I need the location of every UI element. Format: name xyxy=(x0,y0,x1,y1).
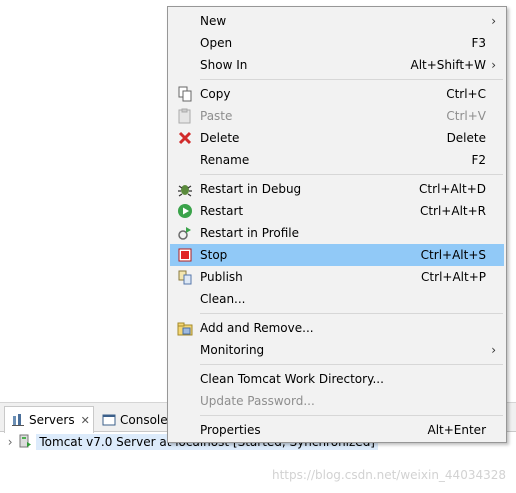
tomcat-server-icon xyxy=(18,434,32,451)
menu-item-shortcut: Ctrl+Alt+D xyxy=(419,182,486,196)
menu-item-restart-in-profile[interactable]: Restart in Profile xyxy=(170,222,504,244)
tab-label: Servers xyxy=(29,413,75,427)
menu-item-paste: Paste Ctrl+V xyxy=(170,105,504,127)
menu-item-shortcut: Ctrl+C xyxy=(446,87,486,101)
menu-item-add-and-remove[interactable]: Add and Remove... xyxy=(170,317,504,339)
menu-item-label: Restart in Profile xyxy=(200,226,300,240)
menu-item-label: Clean... xyxy=(200,292,246,306)
run-icon xyxy=(170,200,200,222)
publish-icon xyxy=(170,266,200,288)
menu-item-new[interactable]: New › xyxy=(170,10,504,32)
menu-item-copy[interactable]: Copy Ctrl+C xyxy=(170,83,504,105)
menu-item-rename[interactable]: Rename F2 xyxy=(170,149,504,171)
icon-slot xyxy=(170,288,200,310)
menu-item-label: Restart in Debug xyxy=(200,182,302,196)
menu-item-properties[interactable]: Properties Alt+Enter xyxy=(170,419,504,441)
icon-slot xyxy=(170,32,200,54)
menu-item-label: Copy xyxy=(200,87,231,101)
copy-icon xyxy=(170,83,200,105)
menu-item-open[interactable]: Open F3 xyxy=(170,32,504,54)
menu-item-shortcut: F3 xyxy=(471,36,486,50)
icon-slot xyxy=(170,419,200,441)
menu-item-stop[interactable]: Stop Ctrl+Alt+S xyxy=(170,244,504,266)
debug-bug-icon xyxy=(170,178,200,200)
menu-item-label: Open xyxy=(200,36,233,50)
menu-item-shortcut: F2 xyxy=(471,153,486,167)
menu-item-label: Publish xyxy=(200,270,243,284)
menu-item-show-in[interactable]: Show In Alt+Shift+W › xyxy=(170,54,504,76)
menu-separator xyxy=(200,415,503,416)
menu-item-restart-in-debug[interactable]: Restart in Debug Ctrl+Alt+D xyxy=(170,178,504,200)
tab-console[interactable]: Console xyxy=(96,406,176,433)
menu-item-label: Add and Remove... xyxy=(200,321,314,335)
chevron-right-icon[interactable]: › xyxy=(6,435,14,449)
watermark: https://blog.csdn.net/weixin_44034328 xyxy=(271,468,506,482)
menu-item-monitoring[interactable]: Monitoring › xyxy=(170,339,504,361)
icon-slot xyxy=(170,54,200,76)
menu-item-label: New xyxy=(200,14,227,28)
menu-item-shortcut: Ctrl+Alt+P xyxy=(421,270,486,284)
menu-item-label: Show In xyxy=(200,58,248,72)
stop-icon xyxy=(170,244,200,266)
menu-item-publish[interactable]: Publish Ctrl+Alt+P xyxy=(170,266,504,288)
menu-item-label: Clean Tomcat Work Directory... xyxy=(200,372,384,386)
menu-separator xyxy=(200,364,503,365)
profile-icon xyxy=(170,222,200,244)
console-icon xyxy=(102,413,116,427)
menu-separator xyxy=(200,174,503,175)
menu-separator xyxy=(200,79,503,80)
menu-item-restart[interactable]: Restart Ctrl+Alt+R xyxy=(170,200,504,222)
chevron-right-icon: › xyxy=(491,58,496,72)
menu-item-shortcut: Ctrl+Alt+R xyxy=(419,204,486,218)
tab-label: Console xyxy=(120,412,168,427)
tab-servers[interactable]: Servers ✕ xyxy=(4,406,94,433)
menu-item-shortcut: Alt+Enter xyxy=(427,423,486,437)
menu-item-clean-tomcat-work-directory[interactable]: Clean Tomcat Work Directory... xyxy=(170,368,504,390)
icon-slot xyxy=(170,390,200,412)
menu-item-update-password: Update Password... xyxy=(170,390,504,412)
close-icon[interactable]: ✕ xyxy=(81,414,90,427)
menu-item-label: Properties xyxy=(200,423,261,437)
icon-slot xyxy=(170,339,200,361)
menu-item-shortcut: Ctrl+V xyxy=(446,109,486,123)
menu-item-label: Delete xyxy=(200,131,240,145)
menu-item-label: Rename xyxy=(200,153,250,167)
menu-item-label: Restart xyxy=(200,204,244,218)
add-remove-icon xyxy=(170,317,200,339)
menu-item-label: Monitoring xyxy=(200,343,265,357)
context-menu: New › Open F3 Show In Alt+Shift+W › Copy Ctrl+C P… xyxy=(167,6,507,443)
menu-item-shortcut: Ctrl+Alt+S xyxy=(420,248,486,262)
menu-item-delete[interactable]: Delete Delete xyxy=(170,127,504,149)
delete-icon xyxy=(170,127,200,149)
icon-slot xyxy=(170,368,200,390)
menu-item-clean[interactable]: Clean... xyxy=(170,288,504,310)
icon-slot xyxy=(170,10,200,32)
icon-slot xyxy=(170,149,200,171)
menu-item-label: Stop xyxy=(200,248,228,262)
chevron-right-icon: › xyxy=(491,14,496,28)
chevron-right-icon: › xyxy=(491,343,496,357)
paste-icon xyxy=(170,105,200,127)
menu-item-shortcut: Delete xyxy=(446,131,486,145)
servers-icon xyxy=(11,413,25,427)
menu-item-label: Paste xyxy=(200,109,233,123)
menu-item-shortcut: Alt+Shift+W xyxy=(410,58,487,72)
menu-item-label: Update Password... xyxy=(200,394,315,408)
menu-separator xyxy=(200,313,503,314)
